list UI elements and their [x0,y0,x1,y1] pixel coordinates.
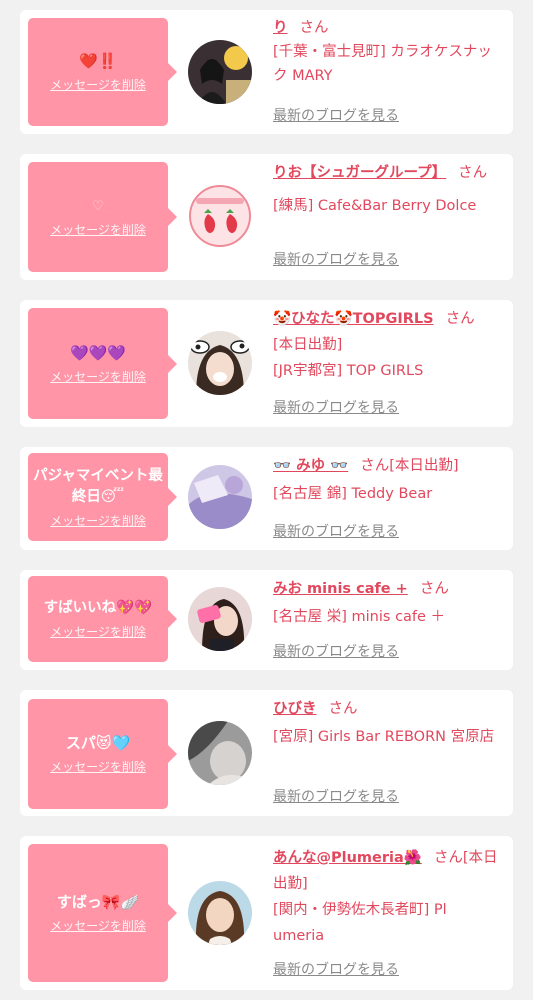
sender-name-link[interactable]: りお【シュガーグループ】 [273,165,446,181]
latest-blog-link[interactable]: 最新のブログを見る [273,105,399,125]
message-bubble: ❤️‼️ メッセージを削除 [28,18,177,126]
message-text: 💜💜💜 [69,343,127,362]
lavender-photo-avatar[interactable] [188,465,252,529]
shop-line: [名古屋 栄] minis cafe ＋ [273,609,446,625]
latest-blog-link[interactable]: 最新のブログを見る [273,249,399,269]
gray-photo-avatar[interactable] [188,721,252,785]
delete-message-link[interactable]: メッセージを削除 [50,512,146,529]
message-card: 💜💜💜 メッセージを削除 🤡ひなた🤡TOPGIRLS さん [本日出勤] [JR宇… [20,300,513,427]
message-card: すばいいね💖💖 メッセージを削除 みお minis cafe + さん [名古屋 … [20,570,513,670]
message-card: スパ😻🩵 メッセージを削除 ひびき さん [宮原] Girls Bar REBOR… [20,690,513,816]
girl-phone-avatar[interactable] [188,587,252,651]
delete-message-link[interactable]: メッセージを削除 [50,368,146,385]
latest-blog-link[interactable]: 最新のブログを見る [273,641,399,661]
sender-info: 👓 みゆ 👓 さん[本日出勤] [名古屋 錦] Teddy Bear [273,454,505,506]
message-text: スパ😻🩵 [65,734,131,752]
delete-message-link[interactable]: メッセージを削除 [50,76,146,93]
sender-name-link[interactable]: みお minis cafe + [273,581,408,597]
latest-blog-link[interactable]: 最新のブログを見る [273,786,399,806]
girl-cow-ears-avatar[interactable] [188,331,252,395]
sender-name-link[interactable]: あんな@Plumeria🌺 [273,850,422,866]
message-card: パジャマイベント最終日😴 メッセージを削除 👓 みゆ 👓 さん[本日出勤] [名古… [20,447,513,550]
sender-info: りさん [千葉・富士見町] カラオケスナック MARY [273,16,505,88]
sender-name-link[interactable]: 👓 みゆ 👓 [273,458,348,474]
sender-name-line: 🤡ひなた🤡TOPGIRLS さん [273,307,505,331]
message-text: ♡ [92,199,104,214]
honorific: さん [419,581,449,597]
message-bubble: 💜💜💜 メッセージを削除 [28,308,177,419]
sender-info: みお minis cafe + さん [名古屋 栄] minis cafe ＋ [273,577,505,629]
girl-photo-avatar[interactable] [188,40,252,104]
honorific: さん [328,701,358,717]
shop-line: [宮原] Girls Bar REBORN 宮原店 [273,729,495,745]
sender-info: ひびき さん [宮原] Girls Bar REBORN 宮原店 [273,697,505,749]
girl-portrait-avatar[interactable] [188,881,252,945]
message-text: すばいいね💖💖 [43,600,153,616]
strawberry-avatar[interactable] [188,184,252,248]
delete-message-link[interactable]: メッセージを削除 [50,221,146,238]
message-bubble: パジャマイベント最終日😴 メッセージを削除 [28,453,177,541]
message-bubble: ♡ メッセージを削除 [28,162,177,272]
message-text: パジャマイベント最終日😴 [33,467,163,505]
sender-name-link[interactable]: 🤡ひなた🤡TOPGIRLS [273,311,434,327]
sender-info: りお【シュガーグループ】 さん [練馬] Cafe&Bar Berry Dolce [273,161,505,218]
message-text: すばっ🎀🪽 [56,893,140,911]
latest-blog-link[interactable]: 最新のブログを見る [273,521,399,541]
message-text: ❤️‼️ [79,52,117,70]
honorific: さん [445,311,475,327]
message-bubble: すばっ🎀🪽 メッセージを削除 [28,844,177,982]
sender-name-line: あんな@Plumeria🌺 さん[本日出勤] [273,845,505,897]
sender-name-line: 👓 みゆ 👓 さん[本日出勤] [273,454,505,478]
sender-name-line: みお minis cafe + さん [273,577,505,601]
sender-info: あんな@Plumeria🌺 さん[本日出勤] [関内・伊勢佐木長者町] Plume… [273,845,505,949]
shop-line: [千葉・富士見町] カラオケスナック MARY [273,44,492,84]
latest-blog-link[interactable]: 最新のブログを見る [273,959,399,979]
delete-message-link[interactable]: メッセージを削除 [50,917,146,934]
message-card: すばっ🎀🪽 メッセージを削除 あんな@Plumeria🌺 さん[本日出勤] [関内… [20,836,513,990]
latest-blog-link[interactable]: 最新のブログを見る [273,397,399,417]
shop-line: [JR宇都宮] TOP GIRLS [273,363,424,379]
delete-message-link[interactable]: メッセージを削除 [50,623,146,640]
message-feed: ❤️‼️ メッセージを削除 りさん [千葉・富士見町] カラオケスナック MAR… [0,0,533,1000]
sender-name-line: りお【シュガーグループ】 さん [273,161,505,185]
sender-name-link[interactable]: り [273,20,288,36]
delete-message-link[interactable]: メッセージを削除 [50,758,146,775]
honorific: さん [458,165,488,181]
sender-info: 🤡ひなた🤡TOPGIRLS さん [本日出勤] [JR宇都宮] TOP GIRLS [273,307,505,383]
honorific: さん [299,20,329,36]
sender-name-line: りさん [273,16,505,40]
shop-line: [関内・伊勢佐木長者町] Plumeria [273,902,447,944]
message-bubble: すばいいね💖💖 メッセージを削除 [28,576,177,662]
sender-name-line: ひびき さん [273,697,505,721]
shop-line: [練馬] Cafe&Bar Berry Dolce [273,198,477,214]
message-card: ♡ メッセージを削除 りお【シュガーグループ】 さん [練馬] Cafe&Bar … [20,154,513,280]
message-bubble: スパ😻🩵 メッセージを削除 [28,699,177,809]
sender-name-link[interactable]: ひびき [273,701,317,717]
message-card: ❤️‼️ メッセージを削除 りさん [千葉・富士見町] カラオケスナック MAR… [20,10,513,134]
honorific: さん[本日出勤] [360,458,459,474]
shop-line: [本日出勤] [273,337,343,353]
shop-line: [名古屋 錦] Teddy Bear [273,486,433,502]
